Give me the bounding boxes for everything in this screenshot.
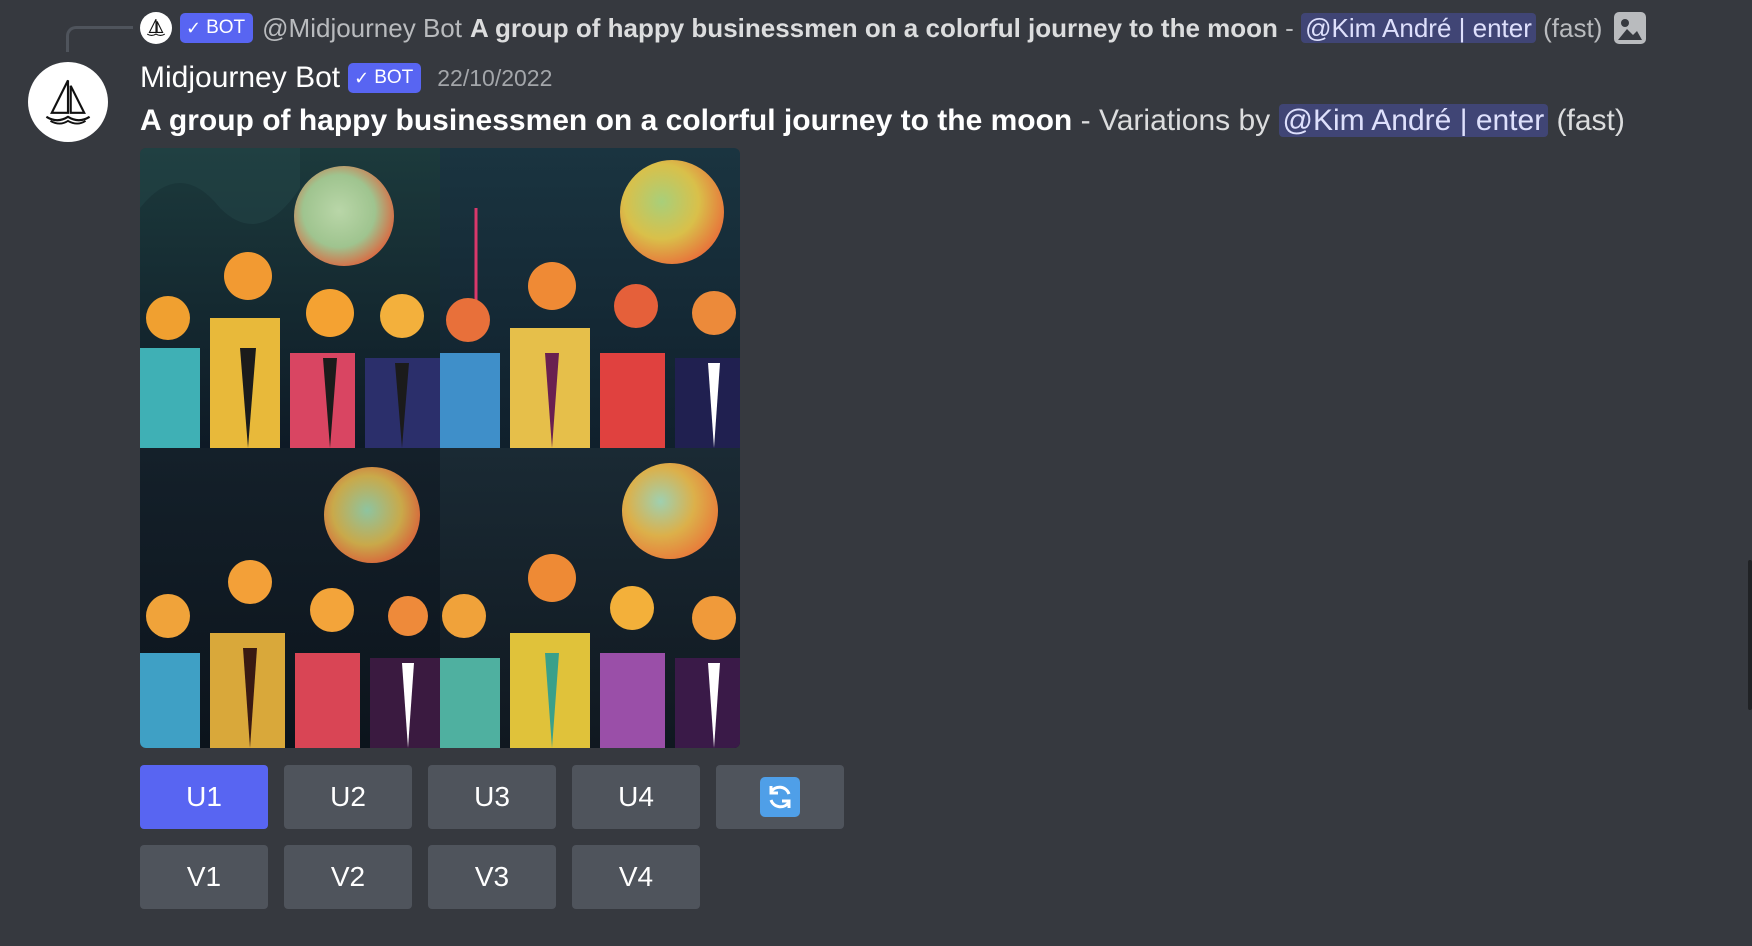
- sailboat-icon: [45, 79, 91, 125]
- timestamp[interactable]: 22/10/2022: [437, 65, 552, 92]
- reply-speed: (fast): [1543, 12, 1603, 43]
- avatar[interactable]: [28, 62, 108, 142]
- bot-badge: ✓ BOT: [348, 63, 422, 93]
- verified-check-icon: ✓: [354, 68, 370, 88]
- message-speed: (fast): [1556, 104, 1625, 137]
- u3-button[interactable]: U3: [428, 765, 556, 829]
- reply-spine: [66, 26, 133, 52]
- v4-button[interactable]: V4: [572, 845, 700, 909]
- reply-author[interactable]: @Midjourney Bot: [262, 13, 462, 44]
- image-attachment-icon: [1614, 12, 1647, 44]
- reply-prompt: A group of happy businessmen on a colorf…: [469, 12, 1278, 43]
- message-content: A group of happy businessmen on a colorf…: [140, 99, 1625, 143]
- u1-button[interactable]: U1: [140, 765, 268, 829]
- username[interactable]: Midjourney Bot: [140, 61, 340, 95]
- reply-separator: -: [1285, 12, 1294, 43]
- image-tile-4: [440, 448, 740, 748]
- refresh-icon: [760, 777, 800, 817]
- image-tile-1: [140, 148, 440, 448]
- reply-reference[interactable]: ✓ BOT @Midjourney Bot A group of happy b…: [140, 8, 1647, 48]
- bot-badge-label: BOT: [374, 67, 414, 88]
- message-mention[interactable]: @Kim André | enter: [1278, 104, 1549, 137]
- u2-button[interactable]: U2: [284, 765, 412, 829]
- bot-badge: ✓ BOT: [180, 13, 254, 43]
- v1-button[interactable]: V1: [140, 845, 268, 909]
- v3-button[interactable]: V3: [428, 845, 556, 909]
- image-tile-2: [440, 148, 740, 448]
- reply-content[interactable]: A group of happy businessmen on a colorf…: [469, 12, 1603, 44]
- v2-button[interactable]: V2: [284, 845, 412, 909]
- verified-check-icon: ✓: [186, 18, 202, 38]
- message-header: Midjourney Bot ✓ BOT 22/10/2022: [140, 56, 552, 100]
- upscale-button-row: U1 U2 U3 U4: [140, 765, 844, 829]
- image-tile-3: [140, 448, 440, 748]
- reply-mention[interactable]: @Kim André | enter: [1301, 12, 1536, 43]
- variation-button-row: V1 V2 V3 V4: [140, 845, 700, 909]
- scrollbar[interactable]: [1748, 560, 1752, 710]
- bot-badge-label: BOT: [206, 17, 246, 38]
- message-separator: -: [1080, 104, 1091, 137]
- generated-image[interactable]: [140, 148, 740, 748]
- sailboat-icon: [146, 18, 166, 36]
- u4-button[interactable]: U4: [572, 765, 700, 829]
- reply-avatar[interactable]: [140, 12, 172, 44]
- reroll-button[interactable]: [716, 765, 844, 829]
- variations-text: Variations by: [1098, 104, 1271, 137]
- message-prompt: A group of happy businessmen on a colorf…: [140, 104, 1073, 137]
